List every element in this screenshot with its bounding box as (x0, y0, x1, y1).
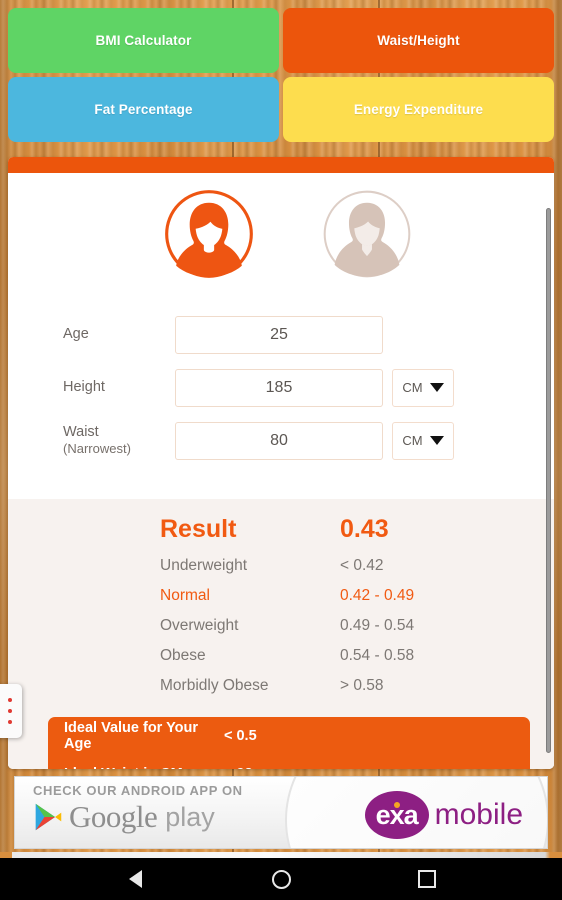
result-category-label: Underweight (160, 557, 248, 574)
menu-button-label: Fat Percentage (94, 102, 193, 117)
ideal-row: Ideal Value for Your Age < 0.5 (48, 717, 530, 755)
exa-brand-mark: exa (364, 791, 429, 839)
chevron-down-icon (429, 436, 444, 445)
dot-icon (8, 709, 12, 713)
waist-label-main: Waist (63, 424, 99, 441)
dot-icon (8, 698, 12, 702)
result-category-label: Overweight (160, 617, 239, 634)
back-triangle-icon (128, 870, 142, 888)
result-category-row: Underweight < 0.42 (8, 551, 554, 581)
height-unit-select[interactable]: CM (392, 368, 454, 407)
google-play-logo: Google play (33, 799, 243, 835)
android-screen: BMI Calculator Waist/Height Fat Percenta… (0, 0, 562, 900)
menu-button-label: Waist/Height (377, 33, 460, 48)
ideal-label: Ideal Value for Your Age (64, 720, 199, 752)
ideal-label: Ideal Waist in CM (64, 766, 224, 769)
result-category-row: Overweight 0.49 - 0.54 (8, 611, 554, 641)
waist-label: Waist (Narrowest) (63, 423, 175, 457)
waist-input[interactable] (175, 421, 383, 460)
ad-left-content: CHECK OUR ANDROID APP ON Google play (33, 783, 243, 835)
result-category-label: Normal (160, 587, 210, 604)
google-play-play-word: play (165, 801, 215, 832)
result-category-range: 0.54 - 0.58 (340, 647, 415, 664)
form-row-height: Height CM (8, 361, 554, 414)
card-body: Age Height CM Waist (Narrowest) (8, 173, 554, 769)
waist-label-sub: (Narrowest) (63, 441, 131, 457)
result-category-label: Morbidly Obese (160, 677, 269, 694)
back-button[interactable] (118, 862, 152, 896)
age-label: Age (63, 326, 89, 343)
ideal-values-banner: Ideal Value for Your Age < 0.5 Ideal Wai… (48, 717, 530, 769)
exa-accent-dot-icon (393, 802, 400, 808)
result-header: Result 0.43 (8, 499, 554, 551)
ideal-value: < 0.5 (224, 728, 257, 744)
side-menu-handle[interactable] (0, 684, 22, 738)
dot-icon (8, 720, 12, 724)
ad-headline: CHECK OUR ANDROID APP ON (33, 783, 243, 798)
result-category-range: 0.49 - 0.54 (340, 617, 415, 634)
result-category-row: Normal 0.42 - 0.49 (8, 581, 554, 611)
menu-button-label: BMI Calculator (95, 33, 192, 48)
female-avatar-icon[interactable] (163, 188, 255, 280)
height-input[interactable] (175, 368, 383, 407)
google-play-word: Google (69, 799, 158, 834)
home-button[interactable] (264, 862, 298, 896)
exa-brand-word: mobile (434, 798, 523, 831)
height-label: Height (63, 379, 105, 396)
waist-unit-value: CM (402, 433, 423, 448)
main-menu: BMI Calculator Waist/Height Fat Percenta… (8, 8, 554, 142)
result-title: Result (160, 515, 237, 543)
result-category-range: > 0.58 (340, 677, 384, 694)
result-category-row: Morbidly Obese > 0.58 (8, 671, 554, 701)
result-category-row: Obese 0.54 - 0.58 (8, 641, 554, 671)
vertical-scrollbar[interactable] (546, 208, 551, 753)
menu-button-energy-expenditure[interactable]: Energy Expenditure (283, 77, 554, 142)
chevron-down-icon (429, 383, 444, 392)
result-category-range: 0.42 - 0.49 (340, 587, 415, 604)
waist-unit-select[interactable]: CM (392, 421, 454, 460)
ideal-value: < 92 (224, 766, 253, 769)
menu-button-fat-percentage[interactable]: Fat Percentage (8, 77, 279, 142)
home-circle-icon (271, 869, 291, 889)
menu-button-waist-height[interactable]: Waist/Height (283, 8, 554, 73)
recent-square-icon (418, 870, 436, 888)
male-avatar-icon[interactable] (321, 188, 413, 280)
exa-mobile-logo: exa mobile (364, 791, 523, 839)
recent-apps-button[interactable] (410, 862, 444, 896)
age-input[interactable] (175, 315, 383, 354)
form-row-waist: Waist (Narrowest) CM (8, 414, 554, 467)
android-navigation-bar (0, 858, 562, 900)
menu-button-label: Energy Expenditure (353, 102, 484, 117)
calculator-card: Age Height CM Waist (Narrowest) (8, 157, 554, 769)
form-row-age: Age (8, 308, 554, 361)
ad-banner[interactable]: CHECK OUR ANDROID APP ON Google play exa… (14, 776, 548, 849)
height-unit-value: CM (402, 380, 423, 395)
card-top-accent-bar (8, 157, 554, 173)
result-category-label: Obese (160, 647, 206, 664)
menu-button-bmi-calculator[interactable]: BMI Calculator (8, 8, 279, 73)
ideal-row: Ideal Waist in CM < 92 (48, 755, 530, 769)
result-value: 0.43 (340, 515, 389, 543)
google-play-triangle-icon (35, 803, 62, 831)
result-category-range: < 0.42 (340, 557, 384, 574)
gender-selector (8, 173, 554, 301)
measurement-form: Age Height CM Waist (Narrowest) (8, 308, 554, 467)
